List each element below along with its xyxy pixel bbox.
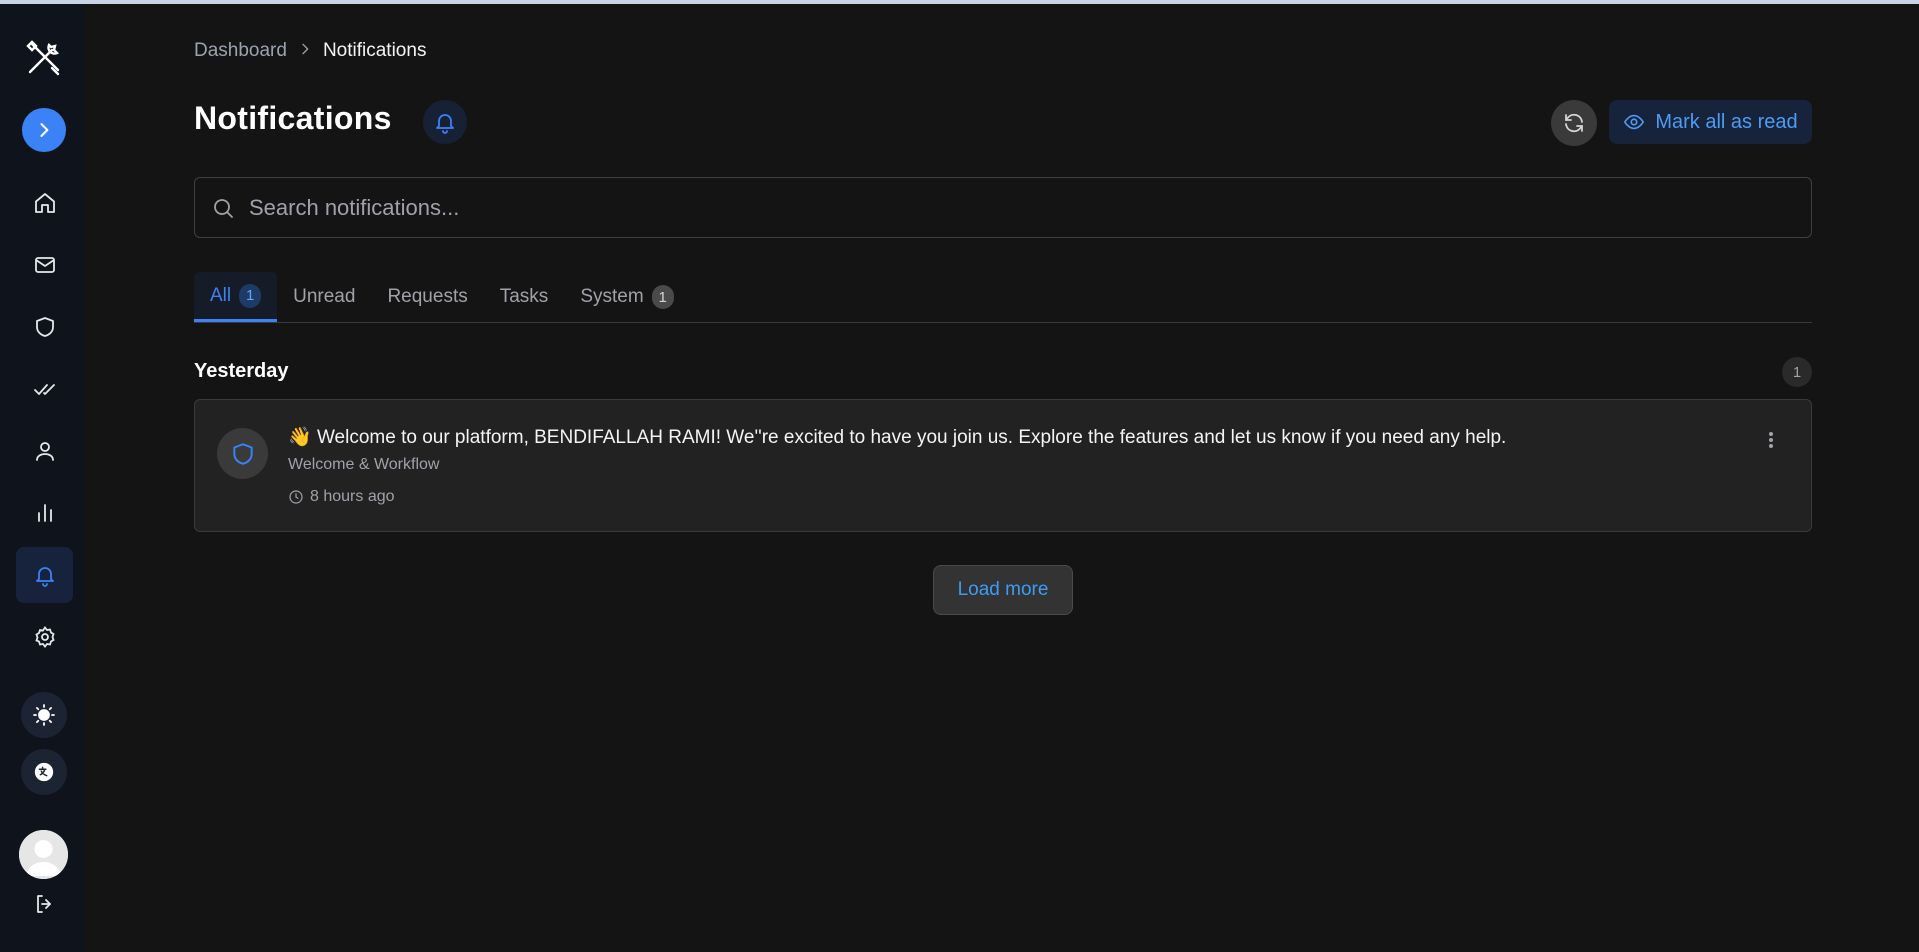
notification-type-icon bbox=[217, 428, 268, 479]
tools-logo-icon[interactable] bbox=[22, 36, 66, 80]
breadcrumb-separator-icon bbox=[297, 41, 313, 62]
sidebar-item-mail[interactable] bbox=[16, 237, 73, 293]
notification-card[interactable]: 👋 Welcome to our platform, BENDIFALLAH R… bbox=[194, 399, 1812, 532]
sidebar-item-home[interactable] bbox=[16, 175, 73, 231]
tab-requests[interactable]: Requests bbox=[371, 272, 483, 322]
mark-all-read-button[interactable]: Mark all as read bbox=[1609, 100, 1812, 144]
tab-system[interactable]: System 1 bbox=[564, 272, 689, 322]
refresh-button[interactable] bbox=[1551, 100, 1597, 146]
translate-icon bbox=[34, 762, 54, 782]
breadcrumb: Dashboard Notifications bbox=[194, 40, 426, 62]
notification-category: Welcome & Workflow bbox=[288, 456, 440, 473]
search-input[interactable] bbox=[249, 194, 1749, 221]
sidebar-item-tasks[interactable] bbox=[16, 361, 73, 417]
tab-system-label: System bbox=[580, 286, 644, 307]
logout-icon bbox=[36, 895, 51, 913]
notification-time-text: 8 hours ago bbox=[310, 488, 395, 505]
load-more-button[interactable]: Load more bbox=[933, 565, 1073, 615]
double-check-icon bbox=[33, 384, 55, 395]
tab-system-badge: 1 bbox=[651, 285, 674, 309]
refresh-icon bbox=[1565, 113, 1583, 133]
breadcrumb-current: Notifications bbox=[322, 40, 427, 61]
sidebar-item-settings[interactable] bbox=[16, 609, 73, 665]
notification-menu-button[interactable] bbox=[1761, 428, 1781, 452]
home-icon bbox=[34, 193, 55, 213]
search-box bbox=[194, 177, 1812, 238]
clock-icon bbox=[289, 490, 303, 504]
sidebar-item-security[interactable] bbox=[16, 299, 73, 355]
notification-message: 👋 Welcome to our platform, BENDIFALLAH R… bbox=[288, 425, 1506, 449]
group-count-badge: 1 bbox=[1782, 357, 1812, 387]
theme-toggle-button[interactable] bbox=[21, 692, 67, 738]
tab-unread[interactable]: Unread bbox=[277, 272, 371, 322]
title-bell-badge bbox=[423, 100, 467, 144]
notification-time: 8 hours ago bbox=[288, 488, 395, 506]
tab-all-label: All bbox=[210, 284, 232, 306]
mail-icon bbox=[34, 257, 55, 273]
tab-tasks-label: Tasks bbox=[499, 286, 549, 307]
sidebar-item-users[interactable] bbox=[16, 423, 73, 479]
sun-icon bbox=[33, 704, 55, 726]
page-title: Notifications bbox=[194, 100, 392, 136]
tab-all-badge: 1 bbox=[239, 283, 262, 308]
more-vertical-icon bbox=[1769, 432, 1773, 448]
wave-emoji: 👋 bbox=[288, 427, 312, 448]
expand-sidebar-button[interactable] bbox=[22, 108, 66, 152]
bar-chart-icon bbox=[37, 504, 52, 522]
group-label: Yesterday bbox=[194, 360, 289, 382]
mark-all-read-label: Mark all as read bbox=[1655, 110, 1798, 133]
language-button[interactable] bbox=[21, 749, 67, 795]
chevron-right-icon bbox=[40, 123, 49, 137]
tab-requests-label: Requests bbox=[387, 286, 468, 307]
tab-tasks[interactable]: Tasks bbox=[484, 272, 565, 322]
bell-icon bbox=[35, 567, 54, 587]
sidebar-item-notifications[interactable] bbox=[16, 547, 73, 603]
tab-unread-label: Unread bbox=[293, 286, 356, 307]
eye-icon bbox=[1624, 114, 1645, 130]
shield-icon bbox=[232, 442, 253, 465]
bell-icon bbox=[436, 114, 454, 134]
sidebar-item-analytics[interactable] bbox=[16, 485, 73, 541]
gear-icon bbox=[34, 625, 55, 648]
shield-icon bbox=[35, 317, 54, 337]
tab-all[interactable]: All 1 bbox=[194, 272, 278, 322]
avatar-placeholder-icon bbox=[19, 830, 68, 879]
tab-bar: All 1 Unread Requests Tasks System 1 bbox=[194, 272, 1812, 323]
breadcrumb-dashboard-link[interactable]: Dashboard bbox=[194, 40, 287, 62]
logout-button[interactable] bbox=[16, 884, 73, 924]
avatar[interactable] bbox=[19, 830, 68, 879]
sidebar bbox=[0, 4, 84, 952]
notification-message-text: Welcome to our platform, BENDIFALLAH RAM… bbox=[316, 427, 1507, 448]
user-icon bbox=[35, 442, 54, 461]
search-icon bbox=[214, 198, 233, 218]
